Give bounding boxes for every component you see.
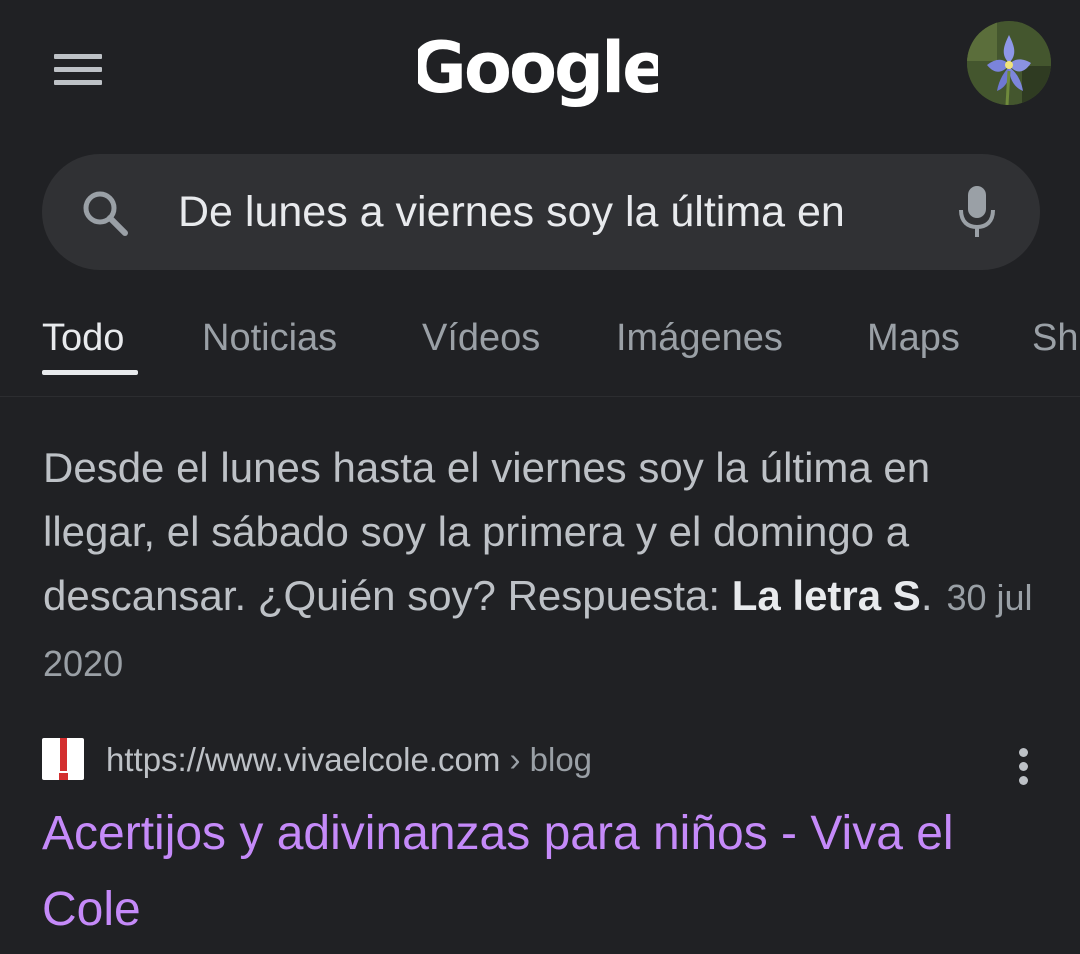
site-favicon [42,738,84,780]
google-logo[interactable]: Google [409,27,670,118]
snippet-answer-suffix: . [920,572,933,619]
tab-todo[interactable]: Todo [42,310,124,366]
more-vert-icon[interactable] [1008,744,1040,788]
result-url-domain: https://www.vivaelcole.com [106,741,501,778]
tab-videos[interactable]: Vídeos [422,310,540,366]
menu-icon[interactable] [54,54,102,85]
account-avatar[interactable] [967,21,1051,105]
logo-text: Google [418,28,658,109]
tab-noticias[interactable]: Noticias [202,310,337,366]
featured-snippet: Desde el lunes hasta el viernes soy la ú… [43,436,1053,696]
search-results-page: Google De lunes a viernes soy la última … [0,0,1080,954]
tabs-divider [0,396,1080,397]
tab-maps[interactable]: Maps [867,310,960,366]
flower-avatar-image [967,21,1051,105]
snippet-answer: La letra S [731,572,921,619]
result-url[interactable]: https://www.vivaelcole.com › blog [106,738,592,782]
result-title-link[interactable]: Acertijos y adivinanzas para niños - Viv… [42,796,1052,948]
search-tabs: Todo Noticias Vídeos Imágenes Maps Sh [0,310,1080,390]
result-url-breadcrumb: › blog [500,741,593,778]
search-icon[interactable] [80,188,130,238]
tab-imagenes[interactable]: Imágenes [616,310,783,366]
microphone-icon[interactable] [956,184,998,240]
search-input[interactable]: De lunes a viernes soy la última en [178,184,918,240]
active-tab-indicator [42,370,138,375]
google-logo-mark: Google [409,27,670,109]
tab-shopping[interactable]: Sh [1032,310,1078,366]
